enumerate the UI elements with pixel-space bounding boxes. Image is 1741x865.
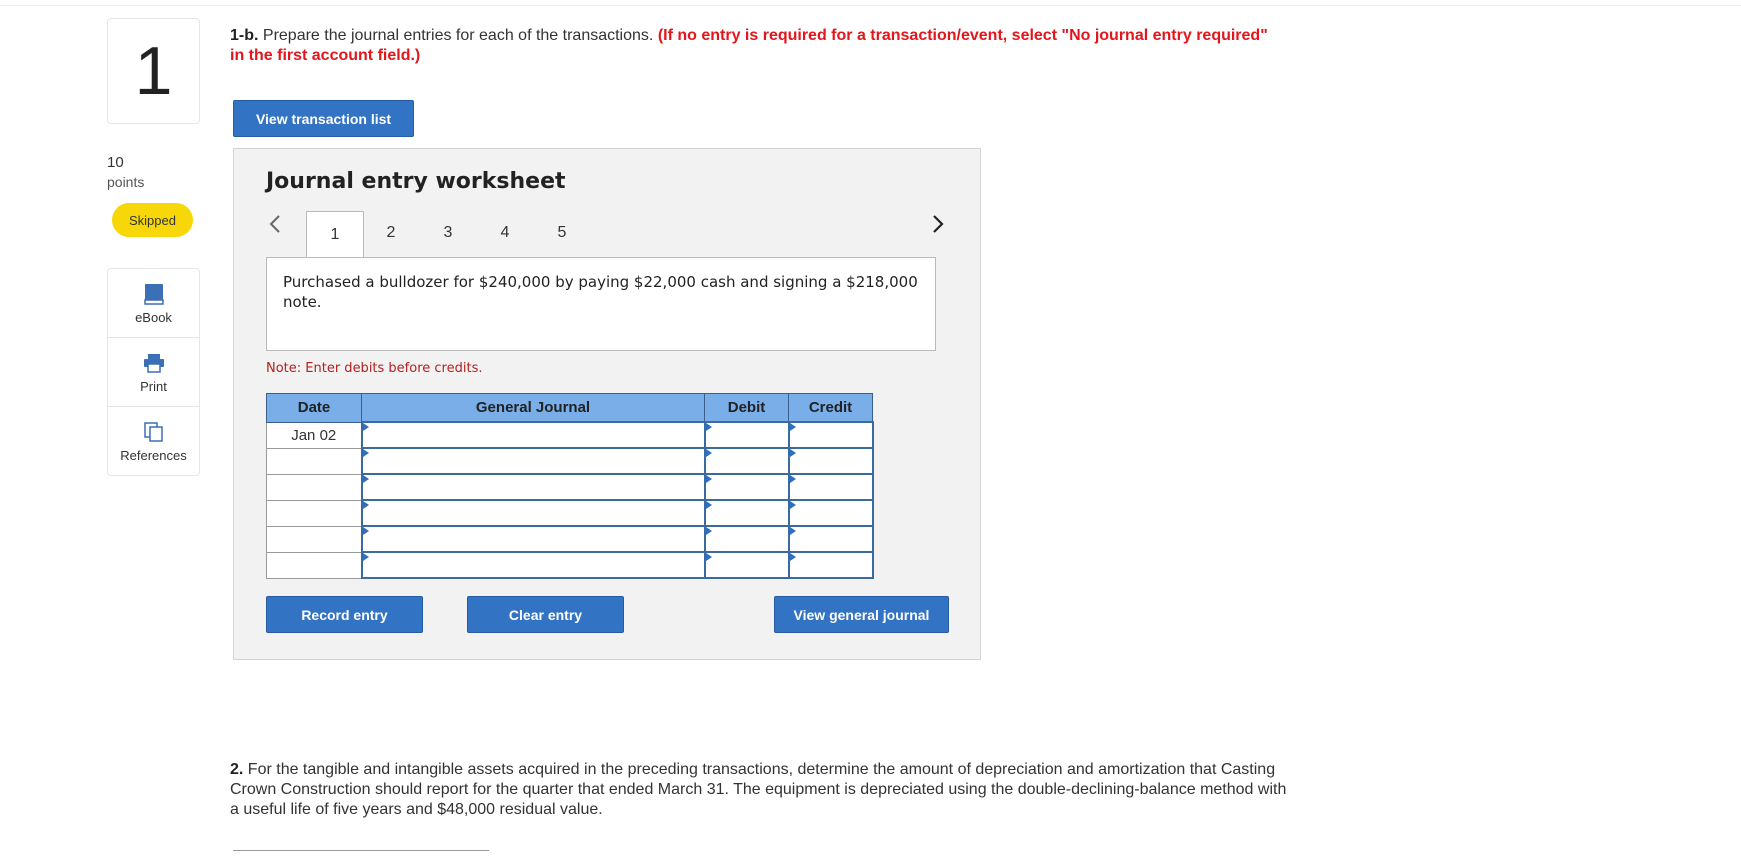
- record-entry-button[interactable]: Record entry: [266, 596, 423, 633]
- date-cell: [266, 499, 362, 527]
- debit-header: Debit: [704, 393, 789, 423]
- account-input[interactable]: [360, 421, 706, 449]
- question-number-box: 1: [107, 18, 200, 124]
- credit-input[interactable]: [787, 473, 874, 501]
- table-row: [266, 447, 874, 475]
- account-input[interactable]: [360, 473, 706, 501]
- tab-1[interactable]: 1: [306, 211, 364, 257]
- date-cell: Jan 02: [266, 421, 362, 449]
- references-icon: [142, 420, 166, 444]
- table-row: Jan 02: [266, 421, 874, 449]
- date-cell: [266, 551, 362, 579]
- credit-input[interactable]: [787, 447, 874, 475]
- credit-header: Credit: [788, 393, 873, 423]
- table-row: [266, 525, 874, 553]
- journal-entry-worksheet: Journal entry worksheet 1 2 3 4 5 Purcha…: [233, 148, 981, 660]
- points-label: points: [107, 174, 145, 190]
- references-label: References: [120, 447, 187, 463]
- view-transaction-list-button[interactable]: View transaction list: [233, 100, 414, 137]
- date-cell: [266, 447, 362, 475]
- top-divider: [0, 5, 1741, 6]
- tab-3[interactable]: 3: [420, 211, 476, 255]
- ebook-button[interactable]: eBook: [108, 269, 199, 338]
- references-button[interactable]: References: [108, 407, 199, 475]
- part-2-label: 2.: [230, 761, 244, 778]
- print-label: Print: [140, 378, 167, 394]
- tab-4[interactable]: 4: [477, 211, 533, 255]
- date-cell: [266, 525, 362, 553]
- question-prompt: 1-b. Prepare the journal entries for eac…: [230, 26, 1280, 66]
- tab-2[interactable]: 2: [363, 211, 419, 255]
- debit-input[interactable]: [703, 473, 790, 501]
- print-button[interactable]: Print: [108, 338, 199, 407]
- general-journal-header: General Journal: [361, 393, 705, 423]
- part-2-text: For the tangible and intangible assets a…: [230, 761, 1287, 818]
- ebook-label: eBook: [135, 309, 172, 325]
- part-label: 1-b.: [230, 27, 259, 44]
- table-row: [266, 499, 874, 527]
- account-input[interactable]: [360, 447, 706, 475]
- credit-input[interactable]: [787, 499, 874, 527]
- account-input[interactable]: [360, 551, 706, 579]
- tab-5[interactable]: 5: [534, 211, 590, 255]
- points-value: 10: [107, 154, 124, 171]
- book-icon: [142, 282, 166, 306]
- debit-input[interactable]: [703, 499, 790, 527]
- status-badge: Skipped: [112, 203, 193, 237]
- part-2-prompt: 2. For the tangible and intangible asset…: [230, 760, 1290, 820]
- debit-input[interactable]: [703, 551, 790, 579]
- entry-note: Note: Enter debits before credits.: [266, 361, 483, 376]
- question-number: 1: [134, 33, 173, 109]
- credit-input[interactable]: [787, 421, 874, 449]
- clear-entry-button[interactable]: Clear entry: [467, 596, 624, 633]
- view-general-journal-button[interactable]: View general journal: [774, 596, 949, 633]
- journal-table: Date General Journal Debit Credit Jan 02: [266, 393, 874, 579]
- table-row: [266, 551, 874, 579]
- debit-input[interactable]: [703, 447, 790, 475]
- date-header: Date: [266, 393, 362, 423]
- chevron-left-icon[interactable]: [268, 213, 288, 243]
- transaction-description: Purchased a bulldozer for $240,000 by pa…: [266, 257, 936, 351]
- credit-input[interactable]: [787, 551, 874, 579]
- prompt-text: Prepare the journal entries for each of …: [262, 27, 654, 44]
- tools-panel: eBook Print References: [107, 268, 200, 476]
- account-input[interactable]: [360, 525, 706, 553]
- credit-input[interactable]: [787, 525, 874, 553]
- account-input[interactable]: [360, 499, 706, 527]
- chevron-right-icon[interactable]: [931, 213, 951, 243]
- table-row: [266, 473, 874, 501]
- printer-icon: [142, 351, 166, 375]
- debit-input[interactable]: [703, 421, 790, 449]
- worksheet-title: Journal entry worksheet: [266, 169, 566, 194]
- date-cell: [266, 473, 362, 501]
- answer-divider: [233, 850, 489, 851]
- debit-input[interactable]: [703, 525, 790, 553]
